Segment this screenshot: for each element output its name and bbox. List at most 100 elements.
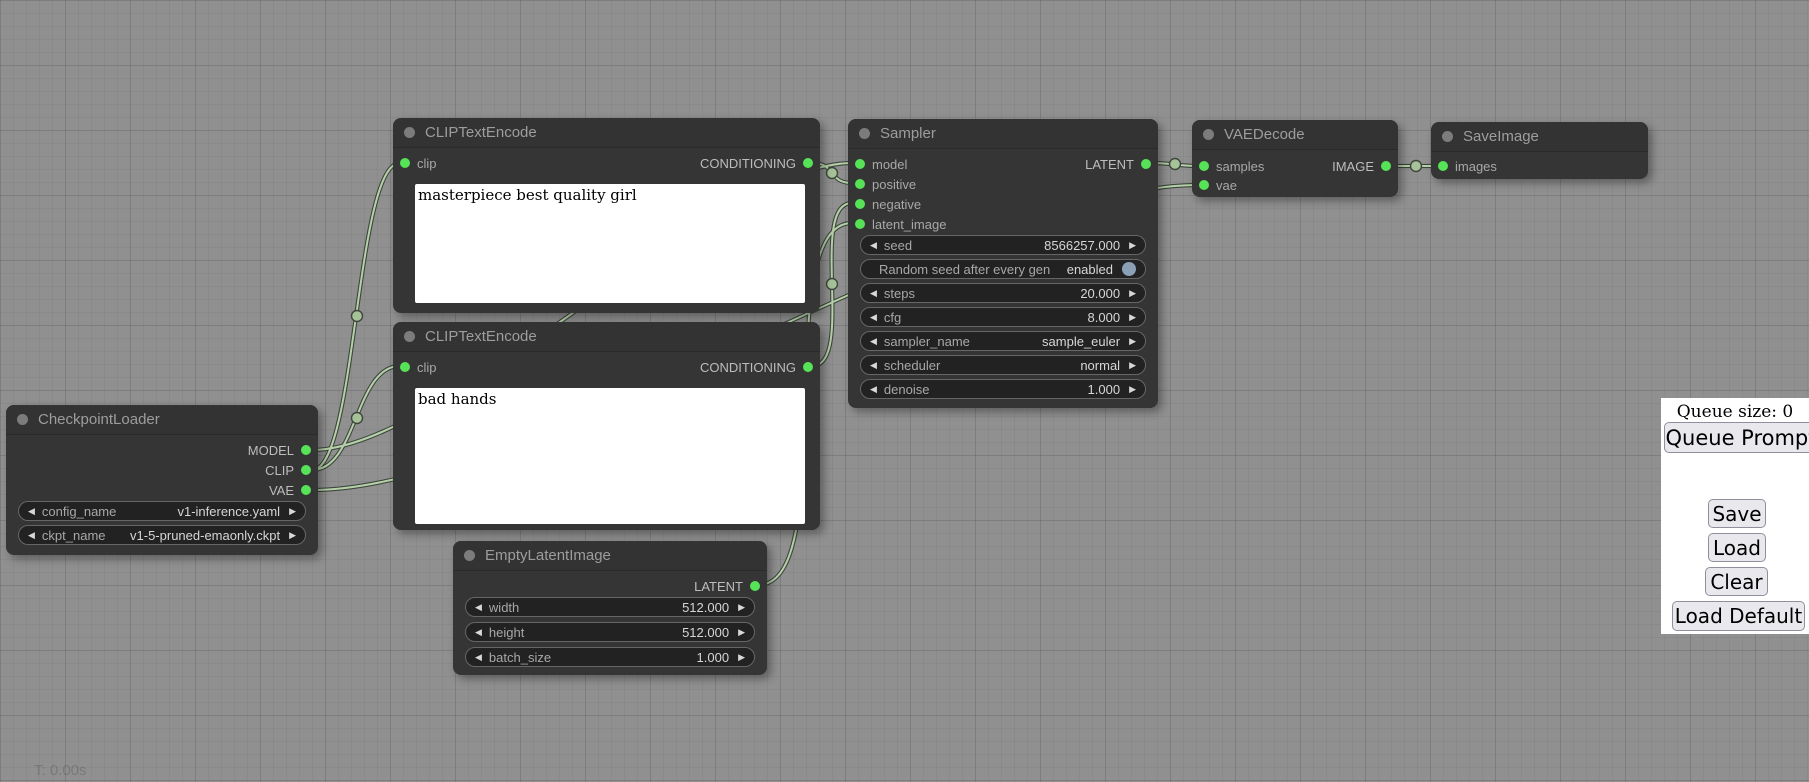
node-titlebar[interactable]: SaveImage [1431,122,1648,152]
collapse-dot-icon[interactable] [17,414,28,425]
decrement-arrow-icon[interactable] [475,653,482,662]
output-slot-vae[interactable]: VAE [269,481,311,499]
increment-arrow-icon[interactable] [1129,241,1136,250]
output-slot-dot[interactable] [1141,159,1151,169]
output-slot-dot[interactable] [1381,161,1391,171]
input-slot-dot[interactable] [1199,180,1209,190]
decrement-arrow-icon[interactable] [870,385,877,394]
input-slot-clip[interactable]: clip [400,154,437,172]
output-slot-image[interactable]: IMAGE [1332,157,1391,175]
widget-batch-size[interactable]: batch_size 1.000 [465,647,755,667]
increment-arrow-icon[interactable] [738,628,745,637]
widget-scheduler[interactable]: scheduler normal [860,355,1146,375]
prompt-textarea[interactable]: bad hands [415,388,805,524]
increment-arrow-icon[interactable] [738,653,745,662]
load-default-button[interactable]: Load Default [1672,601,1805,631]
increment-arrow-icon[interactable] [738,603,745,612]
input-slot-vae[interactable]: vae [1199,176,1237,194]
output-slot-dot[interactable] [301,485,311,495]
input-slot-model[interactable]: model [855,155,907,173]
decrement-arrow-icon[interactable] [870,241,877,250]
node-save-image[interactable]: SaveImage images [1431,122,1648,179]
increment-arrow-icon[interactable] [1129,289,1136,298]
decrement-arrow-icon[interactable] [870,337,877,346]
output-slot-model[interactable]: MODEL [248,441,311,459]
widget-steps[interactable]: steps 20.000 [860,283,1146,303]
node-titlebar[interactable]: VAEDecode [1192,120,1398,150]
collapse-dot-icon[interactable] [859,128,870,139]
node-checkpoint-loader[interactable]: CheckpointLoader MODEL CLIP VAE config_n… [6,405,318,555]
queue-prompt-button[interactable]: Queue Prompt [1664,422,1809,453]
collapse-dot-icon[interactable] [404,331,415,342]
load-button[interactable]: Load [1708,533,1766,562]
input-slot-negative[interactable]: negative [855,195,921,213]
input-slot-latent-image[interactable]: latent_image [855,215,946,233]
output-slot-dot[interactable] [803,158,813,168]
node-clip-text-encode-positive[interactable]: CLIPTextEncode clip CONDITIONING masterp… [393,118,820,313]
input-slot-images[interactable]: images [1438,157,1497,175]
increment-arrow-icon[interactable] [289,507,296,516]
output-slot-latent[interactable]: LATENT [694,577,760,595]
output-slot-conditioning[interactable]: CONDITIONING [700,358,813,376]
output-slot-dot[interactable] [803,362,813,372]
collapse-dot-icon[interactable] [464,550,475,561]
prompt-textarea[interactable]: masterpiece best quality girl [415,184,805,303]
node-vae-decode[interactable]: VAEDecode samples vae IMAGE [1192,120,1398,197]
node-titlebar[interactable]: EmptyLatentImage [453,541,767,571]
increment-arrow-icon[interactable] [1129,385,1136,394]
collapse-dot-icon[interactable] [1203,129,1214,140]
widget-width[interactable]: width 512.000 [465,597,755,617]
output-slot-dot[interactable] [750,581,760,591]
output-slot-conditioning[interactable]: CONDITIONING [700,154,813,172]
toggle-circle-icon[interactable] [1122,262,1136,276]
increment-arrow-icon[interactable] [289,531,296,540]
increment-arrow-icon[interactable] [1129,313,1136,322]
input-slot-dot[interactable] [855,159,865,169]
decrement-arrow-icon[interactable] [870,289,877,298]
decrement-arrow-icon[interactable] [28,531,35,540]
output-slot-clip[interactable]: CLIP [265,461,311,479]
node-titlebar[interactable]: Sampler [848,119,1158,149]
slot-label: LATENT [1085,157,1134,172]
widget-random-seed-toggle[interactable]: Random seed after every gen enabled [860,259,1146,279]
input-slot-positive[interactable]: positive [855,175,916,193]
decrement-arrow-icon[interactable] [870,361,877,370]
node-clip-text-encode-negative[interactable]: CLIPTextEncode clip CONDITIONING bad han… [393,322,820,530]
node-graph-canvas[interactable]: { "canvas": { "perf_text": "T: 0.00s" },… [0,0,1809,782]
input-slot-dot[interactable] [400,362,410,372]
node-titlebar[interactable]: CLIPTextEncode [393,118,820,148]
widget-height[interactable]: height 512.000 [465,622,755,642]
decrement-arrow-icon[interactable] [475,628,482,637]
collapse-dot-icon[interactable] [1442,131,1453,142]
input-slot-dot[interactable] [1438,161,1448,171]
widget-denoise[interactable]: denoise 1.000 [860,379,1146,399]
widget-sampler-name[interactable]: sampler_name sample_euler [860,331,1146,351]
increment-arrow-icon[interactable] [1129,337,1136,346]
output-slot-dot[interactable] [301,465,311,475]
input-slot-samples[interactable]: samples [1199,157,1264,175]
node-sampler[interactable]: Sampler model positive negative latent_i… [848,119,1158,408]
output-slot-latent[interactable]: LATENT [1085,155,1151,173]
widget-seed[interactable]: seed 8566257.000 [860,235,1146,255]
node-titlebar[interactable]: CLIPTextEncode [393,322,820,352]
input-slot-clip[interactable]: clip [400,358,437,376]
widget-config-name[interactable]: config_name v1-inference.yaml [18,501,306,521]
widget-cfg[interactable]: cfg 8.000 [860,307,1146,327]
input-slot-dot[interactable] [1199,161,1209,171]
input-slot-dot[interactable] [400,158,410,168]
widget-ckpt-name[interactable]: ckpt_name v1-5-pruned-emaonly.ckpt [18,525,306,545]
input-slot-dot[interactable] [855,199,865,209]
output-slot-dot[interactable] [301,445,311,455]
node-titlebar[interactable]: CheckpointLoader [6,405,318,435]
collapse-dot-icon[interactable] [404,127,415,138]
node-empty-latent-image[interactable]: EmptyLatentImage LATENT width 512.000 he… [453,541,767,675]
increment-arrow-icon[interactable] [1129,361,1136,370]
clear-button[interactable]: Clear [1705,567,1768,596]
decrement-arrow-icon[interactable] [28,507,35,516]
decrement-arrow-icon[interactable] [475,603,482,612]
input-slot-dot[interactable] [855,179,865,189]
decrement-arrow-icon[interactable] [870,313,877,322]
save-button[interactable]: Save [1708,499,1766,528]
slot-label: negative [872,197,921,212]
input-slot-dot[interactable] [855,219,865,229]
